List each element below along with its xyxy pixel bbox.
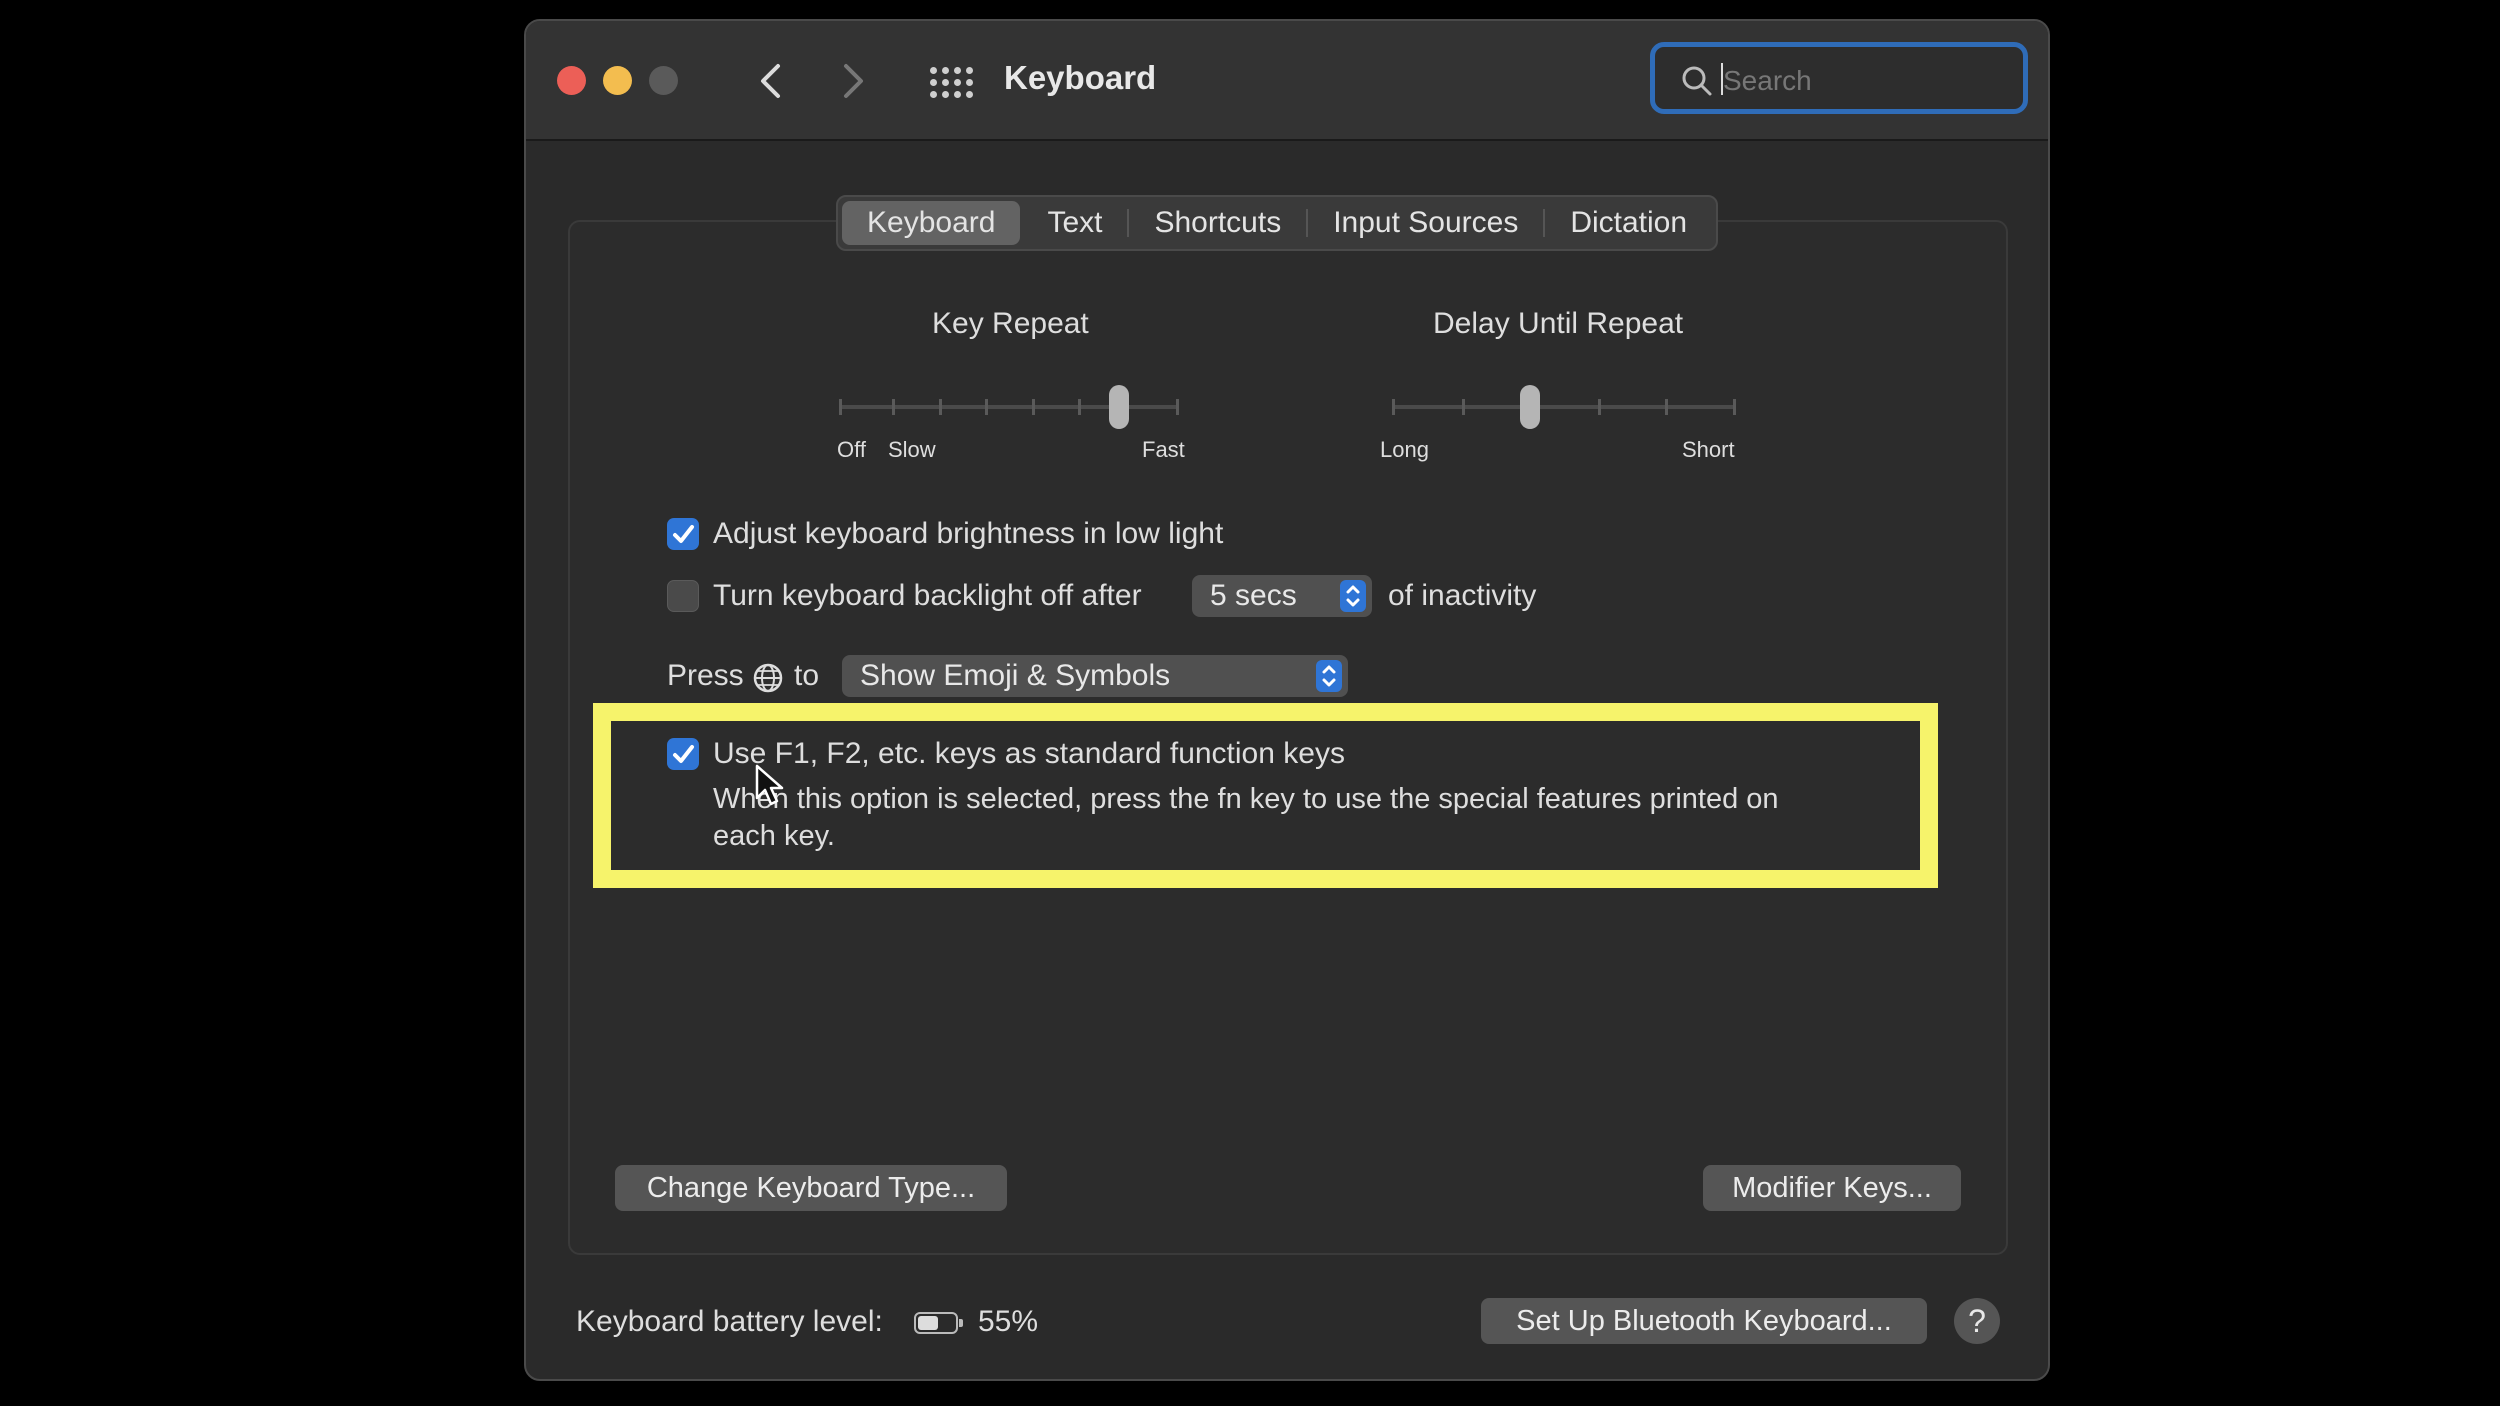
battery-icon (914, 1312, 963, 1334)
setup-bluetooth-keyboard-button[interactable]: Set Up Bluetooth Keyboard... (1481, 1298, 1927, 1344)
delay-short-label: Short (1682, 437, 1735, 462)
key-repeat-knob[interactable] (1109, 385, 1129, 429)
search-placeholder: Search (1723, 65, 1812, 96)
globe-icon (753, 663, 783, 693)
key-repeat-fast-label: Fast (1142, 437, 1185, 462)
adjust-brightness-checkbox[interactable] (667, 518, 699, 550)
checkmark-icon (673, 525, 694, 543)
tab-input-sources[interactable]: Input Sources (1308, 201, 1543, 245)
key-repeat-off-label: Off (837, 437, 866, 462)
battery-level-label: Keyboard battery level: (576, 1305, 883, 1338)
battery-percent: 55% (978, 1305, 1039, 1338)
highlight-box (593, 703, 1938, 888)
tab-bar: Keyboard Text Shortcuts Input Sources Di… (836, 195, 1719, 251)
search-icon (1682, 66, 1712, 96)
close-button[interactable] (557, 66, 586, 95)
backlight-off-checkbox[interactable] (667, 580, 699, 612)
tab-keyboard[interactable]: Keyboard (842, 201, 1021, 245)
help-button[interactable]: ? (1954, 1298, 2000, 1344)
system-preferences-window: Keyboard Search Keyboard Text Shortcuts … (524, 19, 2050, 1381)
key-repeat-label: Key Repeat (932, 307, 1089, 340)
back-chevron-icon[interactable] (758, 63, 782, 99)
to-label: to (794, 659, 820, 692)
title-bar: Keyboard Search (526, 21, 2048, 141)
window-title: Keyboard (1004, 59, 1157, 96)
press-label: Press (667, 659, 744, 692)
delay-until-repeat-knob[interactable] (1520, 385, 1540, 429)
adjust-brightness-label: Adjust keyboard brightness in low light (713, 517, 1224, 550)
delay-long-label: Long (1380, 437, 1429, 462)
popup-arrows-icon (1316, 660, 1342, 692)
popup-arrows-icon (1340, 580, 1366, 612)
inactivity-label: of inactivity (1388, 579, 1537, 612)
tab-dictation[interactable]: Dictation (1545, 201, 1712, 245)
backlight-timeout-value: 5 secs (1210, 579, 1297, 612)
tab-shortcuts[interactable]: Shortcuts (1129, 201, 1306, 245)
globe-key-action-popup[interactable]: Show Emoji & Symbols (842, 655, 1348, 697)
show-all-grid-icon[interactable] (930, 67, 973, 101)
change-keyboard-type-button[interactable]: Change Keyboard Type... (615, 1165, 1007, 1211)
modifier-keys-button[interactable]: Modifier Keys... (1703, 1165, 1961, 1211)
backlight-off-label: Turn keyboard backlight off after (713, 579, 1142, 612)
forward-chevron-icon[interactable] (842, 63, 866, 99)
backlight-timeout-popup[interactable]: 5 secs (1192, 575, 1372, 617)
delay-until-repeat-slider[interactable] (1392, 385, 1736, 429)
globe-key-action-value: Show Emoji & Symbols (860, 659, 1171, 692)
minimize-button[interactable] (603, 66, 632, 95)
key-repeat-slider[interactable] (839, 385, 1179, 429)
mouse-pointer-icon (755, 764, 784, 806)
search-field[interactable]: Search (1650, 42, 2028, 114)
key-repeat-slow-label: Slow (888, 437, 936, 462)
delay-until-repeat-label: Delay Until Repeat (1433, 307, 1684, 340)
tab-text[interactable]: Text (1022, 201, 1127, 245)
zoom-button[interactable] (649, 66, 678, 95)
